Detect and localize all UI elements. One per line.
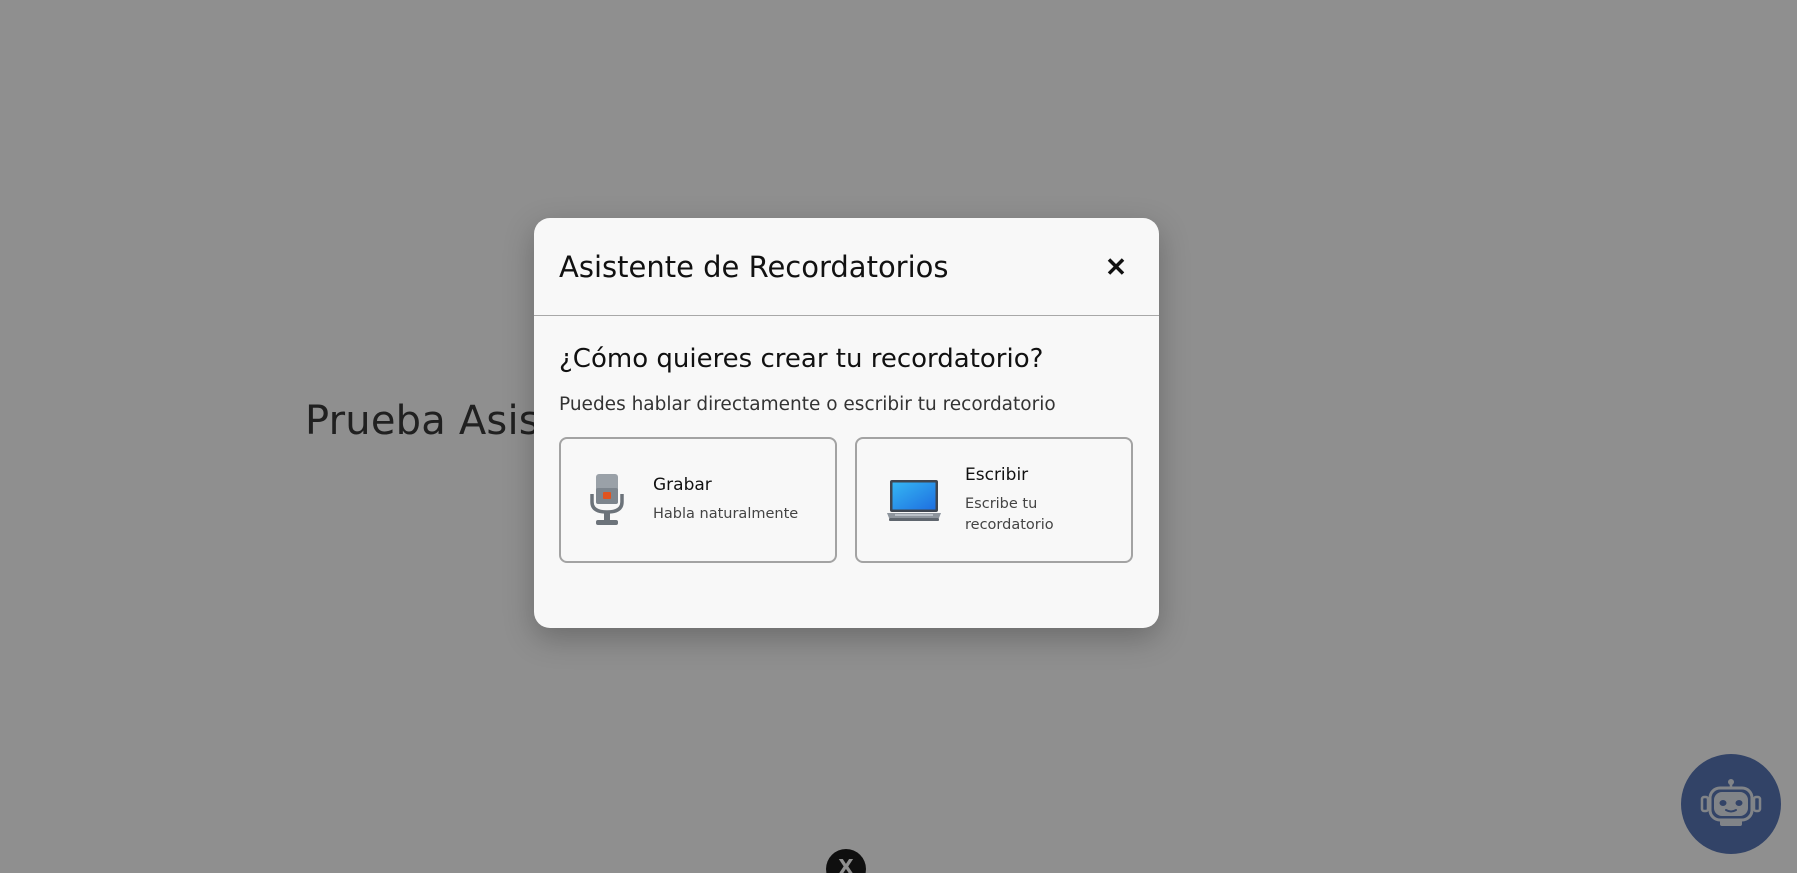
write-option-text: Escribir Escribe tu recordatorio <box>965 465 1075 536</box>
record-option-description: Habla naturalmente <box>653 506 799 522</box>
modal-header: Asistente de Recordatorios ✕ <box>534 218 1159 316</box>
modal-subtitle: Puedes hablar directamente o escribir tu… <box>559 394 1056 415</box>
write-option-title: Escribir <box>965 464 1029 485</box>
reminder-assistant-modal: Asistente de Recordatorios ✕ ¿Cómo quier… <box>534 218 1159 628</box>
laptop-icon <box>885 476 943 524</box>
record-option-text: Grabar Habla naturalmente <box>653 475 798 525</box>
option-list: Grabar Habla naturalmente Escribir Escri… <box>559 437 1134 563</box>
record-option-title: Grabar <box>653 475 712 495</box>
microphone-icon <box>589 472 625 528</box>
close-button[interactable]: ✕ <box>1098 249 1134 285</box>
write-option-description: Escribe tu recordatorio <box>965 495 1054 533</box>
record-option-button[interactable]: Grabar Habla naturalmente <box>559 437 837 563</box>
modal-title: Asistente de Recordatorios <box>559 249 949 284</box>
modal-question: ¿Cómo quieres crear tu recordatorio? <box>559 344 1044 374</box>
modal-body: ¿Cómo quieres crear tu recordatorio? Pue… <box>534 316 1159 563</box>
write-option-button[interactable]: Escribir Escribe tu recordatorio <box>855 437 1133 563</box>
